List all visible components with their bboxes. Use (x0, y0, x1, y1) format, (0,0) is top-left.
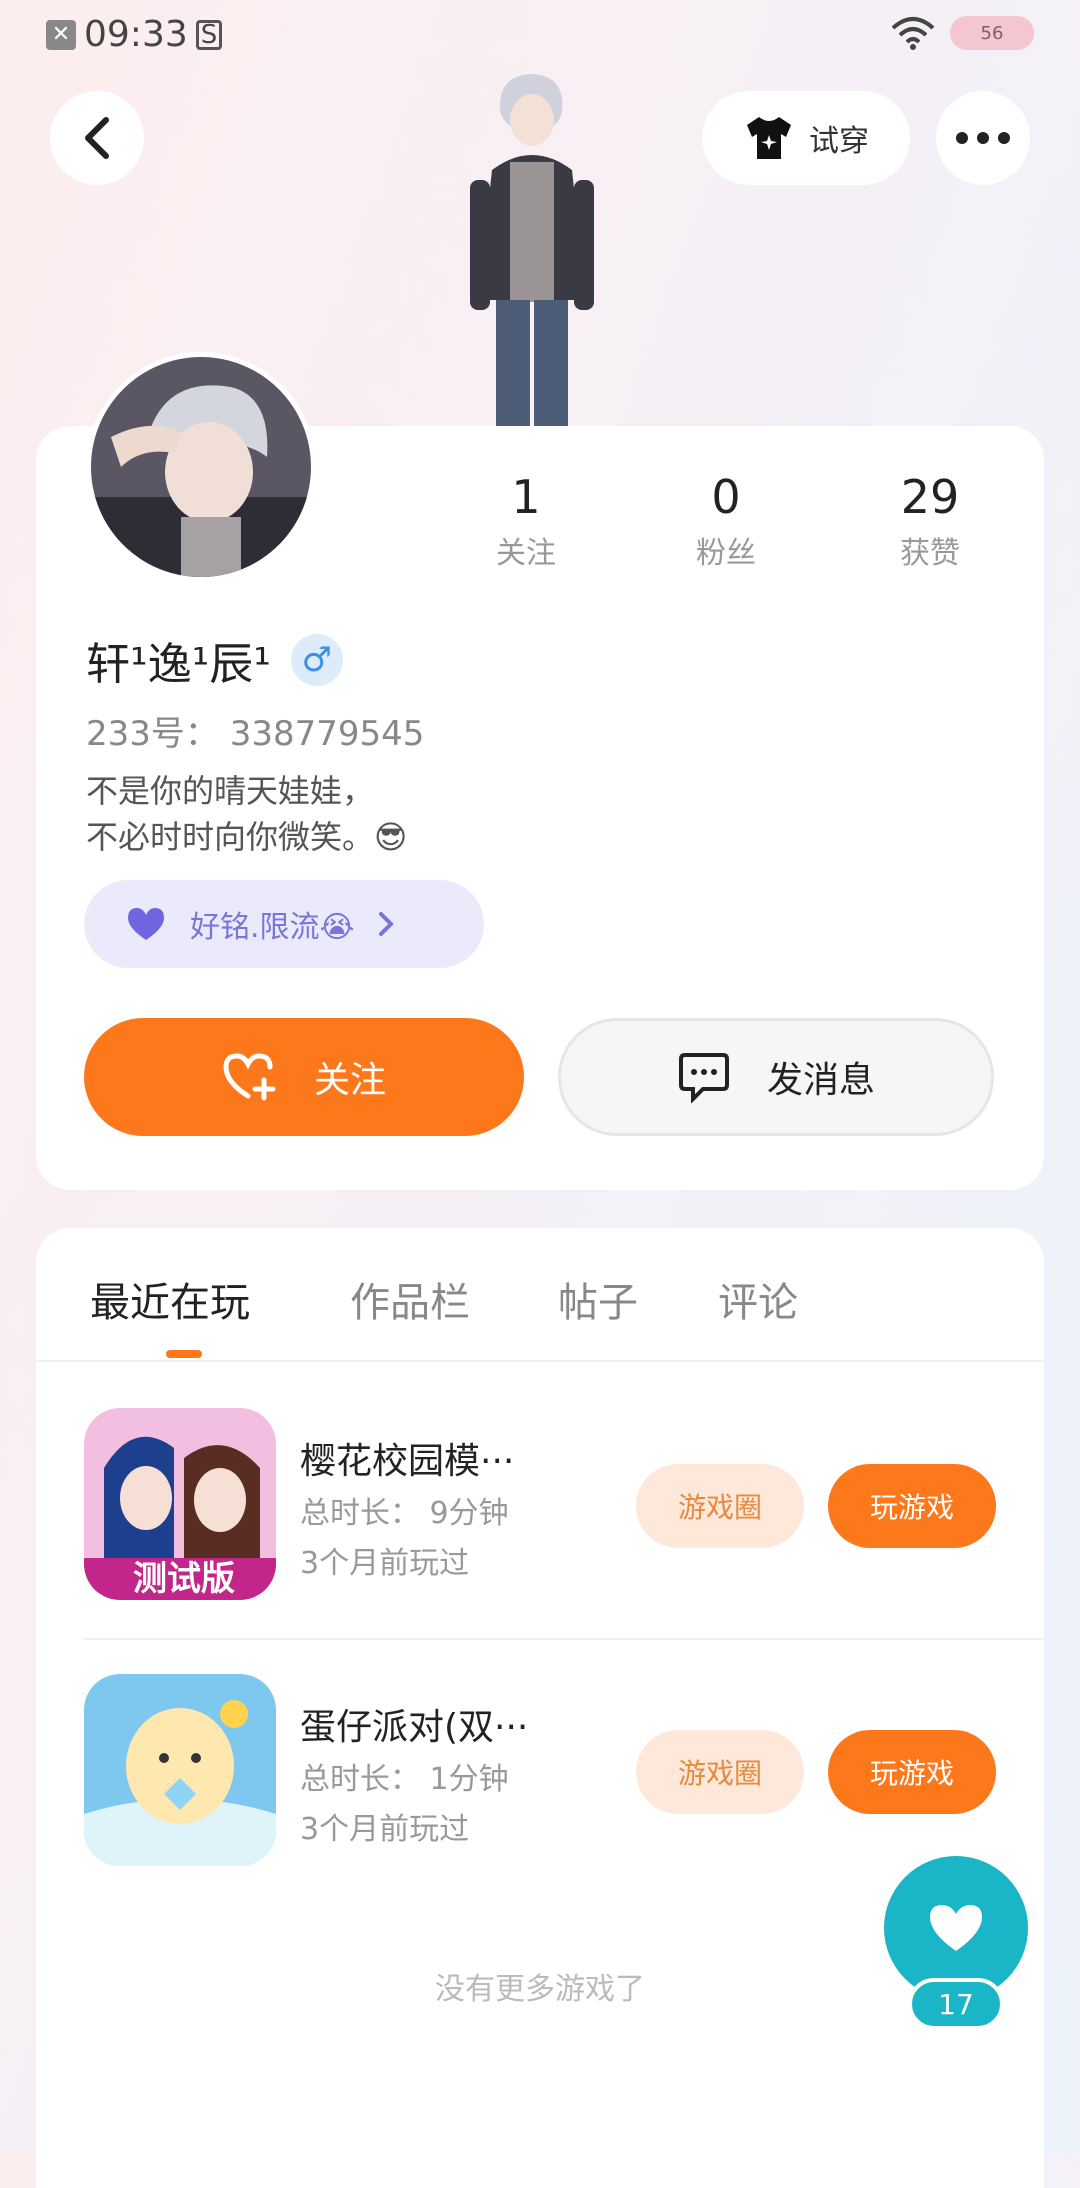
message-label: 发消息 (766, 1060, 875, 1101)
notification-icon: ✕ (46, 19, 76, 50)
chat-bubble-icon (678, 1053, 729, 1103)
profile-name-row: 轩¹逸¹辰¹ ♂ (86, 628, 343, 692)
stat-value: 1 (511, 470, 541, 524)
chevron-right-icon (378, 912, 394, 936)
tab-indicator (166, 1350, 202, 1358)
bio-line: 不必时时向你微笑。😎 (86, 818, 408, 856)
stat-value: 0 (711, 470, 741, 524)
wifi-icon (891, 17, 935, 50)
bio: 不是你的晴天娃娃， 不必时时向你微笑。😎 (86, 768, 407, 860)
profile-name: 轩¹逸¹辰¹ (86, 639, 271, 690)
divider (36, 1360, 1044, 1362)
game-icon-badge: 测试版 (133, 1559, 235, 1599)
stat-fans[interactable]: 0 粉丝 (646, 470, 806, 572)
try-on-label: 试穿 (809, 124, 869, 159)
game-duration: 总时长： 1分钟 (300, 1762, 509, 1797)
game-last-played: 3个月前玩过 (300, 1546, 470, 1581)
stat-likes[interactable]: 29 获赞 (850, 470, 1010, 572)
tab-works[interactable]: 作品栏 (350, 1270, 470, 1328)
tab-recent-played[interactable]: 最近在玩 (90, 1270, 250, 1328)
battery-indicator: 56 (950, 16, 1034, 50)
game-icon-eggy-party[interactable] (84, 1674, 276, 1866)
game-title[interactable]: 樱花校园模··· (300, 1432, 514, 1484)
play-game-button[interactable]: 玩游戏 (828, 1464, 996, 1548)
heart-icon (128, 908, 164, 940)
divider (84, 1638, 1044, 1640)
bio-line: 不是你的晴天娃娃， (86, 772, 375, 810)
tab-comments[interactable]: 评论 (718, 1270, 798, 1328)
stat-following[interactable]: 1 关注 (446, 470, 606, 572)
character-figure (470, 74, 594, 430)
more-dots-icon (956, 132, 1010, 144)
group-tag[interactable]: 好铭.限流😭 (84, 880, 484, 968)
heart-icon (930, 1905, 982, 1951)
chevron-left-icon (85, 117, 109, 159)
tab-posts[interactable]: 帖子 (558, 1270, 638, 1328)
play-game-button[interactable]: 玩游戏 (828, 1730, 996, 1814)
game-title[interactable]: 蛋仔派对(双··· (300, 1698, 528, 1750)
game-last-played: 3个月前玩过 (300, 1812, 470, 1847)
game-icon-sakura[interactable]: 测试版 (84, 1408, 276, 1600)
stat-label: 获赞 (900, 536, 960, 571)
follow-button[interactable]: 关注 (84, 1018, 524, 1136)
avatar[interactable] (86, 352, 316, 582)
like-count-badge: 17 (908, 1978, 1004, 2030)
more-button[interactable] (936, 91, 1030, 185)
group-tag-label: 好铭.限流😭 (190, 910, 355, 945)
back-button[interactable] (50, 91, 144, 185)
status-bar: ✕ 09:33 S 56 (0, 0, 1080, 70)
heart-plus-icon (223, 1053, 276, 1101)
stat-label: 关注 (496, 536, 556, 571)
message-button[interactable]: 发消息 (558, 1018, 994, 1136)
game-duration: 总时长： 9分钟 (300, 1496, 509, 1531)
stat-label: 粉丝 (696, 536, 756, 571)
try-on-button[interactable]: 试穿 (702, 91, 910, 185)
stat-value: 29 (900, 470, 960, 524)
tshirt-icon (747, 117, 791, 159)
screenshot-icon: S (195, 19, 223, 50)
user-id[interactable]: 233号： 338779545 (86, 706, 424, 755)
status-time: 09:33 (84, 14, 188, 55)
game-circle-button[interactable]: 游戏圈 (636, 1464, 804, 1548)
gender-male-icon: ♂ (290, 634, 343, 686)
game-circle-button[interactable]: 游戏圈 (636, 1730, 804, 1814)
follow-label: 关注 (313, 1060, 386, 1101)
